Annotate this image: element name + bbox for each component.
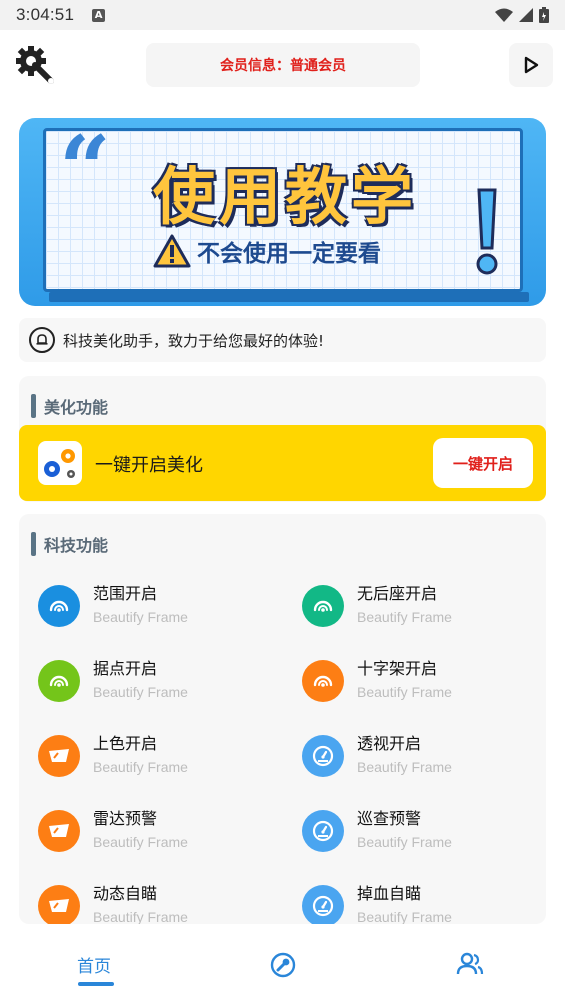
tech-section-title: 科技功能: [44, 536, 109, 555]
feature-name: 巡查预警: [357, 809, 422, 828]
feature-item[interactable]: 无后座开启 Beautify Frame: [302, 575, 542, 641]
feature-name: 掉血自瞄: [357, 884, 422, 903]
notification-a-icon: A: [92, 8, 106, 22]
nav-active-indicator: [78, 982, 114, 986]
bottom-nav: 首页: [0, 924, 565, 1004]
tools-icon[interactable]: [270, 952, 296, 978]
signal-icon: [519, 8, 533, 22]
beautify-section-header: 美化功能: [31, 394, 108, 418]
visor-icon: [38, 810, 80, 852]
section-bar: [31, 394, 36, 418]
banner-title: 使用教学: [152, 160, 417, 233]
battery-icon: [539, 7, 549, 23]
feature-name: 动态自瞄: [93, 884, 158, 903]
feature-name: 范围开启: [93, 584, 158, 603]
feature-name: 无后座开启: [357, 584, 438, 603]
nav-home-tab[interactable]: 首页: [74, 952, 114, 986]
visor-icon: [38, 885, 80, 927]
feature-item[interactable]: 十字架开启 Beautify Frame: [302, 650, 542, 716]
feature-name: 上色开启: [93, 734, 158, 753]
banner-subtitle-row: 不会使用一定要看: [153, 234, 381, 268]
feature-subtitle: Beautify Frame: [357, 909, 452, 925]
member-info-box[interactable]: 会员信息：普通会员: [146, 43, 420, 87]
section-bar: [31, 532, 36, 556]
one-key-beautify-row: 一键开启美化 一键开启: [19, 425, 546, 501]
feature-subtitle: Beautify Frame: [93, 684, 188, 700]
gauge-icon: [302, 585, 344, 627]
nav-home-label: 首页: [77, 957, 111, 977]
feature-subtitle: Beautify Frame: [93, 834, 188, 850]
feature-name: 十字架开启: [357, 659, 438, 678]
feature-subtitle: Beautify Frame: [93, 609, 188, 625]
one-key-beautify-label: 一键开启美化: [95, 455, 203, 476]
feature-subtitle: Beautify Frame: [357, 759, 452, 775]
notice-bar: 科技美化助手，致力于给您最好的体验!: [19, 318, 546, 362]
feature-item[interactable]: 上色开启 Beautify Frame: [38, 725, 278, 791]
feature-subtitle: Beautify Frame: [93, 759, 188, 775]
feature-name: 透视开启: [357, 734, 422, 753]
settings-wrench-icon[interactable]: [12, 42, 56, 86]
users-icon[interactable]: [456, 952, 484, 976]
feature-subtitle: Beautify Frame: [357, 834, 452, 850]
banner-subtitle: 不会使用一定要看: [197, 241, 381, 267]
wifi-icon: [495, 8, 513, 22]
visor-icon: [38, 735, 80, 777]
gauge-icon: [38, 660, 80, 702]
tutorial-banner[interactable]: “ 使用教学 不会使用一定要看: [19, 118, 546, 306]
warning-icon: [153, 234, 191, 268]
feature-item[interactable]: 巡查预警 Beautify Frame: [302, 800, 542, 866]
speedometer-icon: [302, 885, 344, 927]
gauge-icon: [302, 660, 344, 702]
top-bar: 会员信息：普通会员: [0, 30, 565, 108]
feature-name: 雷达预警: [93, 809, 158, 828]
feature-subtitle: Beautify Frame: [93, 909, 188, 925]
play-icon: [524, 56, 539, 74]
banner-board-base: [49, 292, 529, 302]
feature-name: 据点开启: [93, 659, 158, 678]
feature-subtitle: Beautify Frame: [357, 684, 452, 700]
one-key-enable-button[interactable]: 一键开启: [433, 438, 533, 488]
feature-item[interactable]: 据点开启 Beautify Frame: [38, 650, 278, 716]
feature-item[interactable]: 透视开启 Beautify Frame: [302, 725, 542, 791]
status-indicators: [495, 7, 549, 23]
feature-item[interactable]: 雷达预警 Beautify Frame: [38, 800, 278, 866]
notice-text: 科技美化助手，致力于给您最好的体验!: [63, 331, 325, 350]
banner-quote-mark: “: [59, 118, 111, 222]
status-time: 3:04:51: [16, 5, 75, 24]
speedometer-icon: [302, 735, 344, 777]
feature-item[interactable]: 范围开启 Beautify Frame: [38, 575, 278, 641]
beautify-section-title: 美化功能: [44, 398, 109, 417]
gears-icon: [38, 441, 82, 485]
play-button[interactable]: [509, 43, 553, 87]
gauge-icon: [38, 585, 80, 627]
tech-section-header: 科技功能: [31, 532, 108, 556]
bell-icon: [29, 327, 55, 353]
feature-subtitle: Beautify Frame: [357, 609, 452, 625]
exclamation-icon: [476, 188, 498, 275]
speedometer-icon: [302, 810, 344, 852]
member-info-text: 会员信息：普通会员: [220, 58, 346, 74]
status-bar: 3:04:51 A: [0, 0, 565, 30]
